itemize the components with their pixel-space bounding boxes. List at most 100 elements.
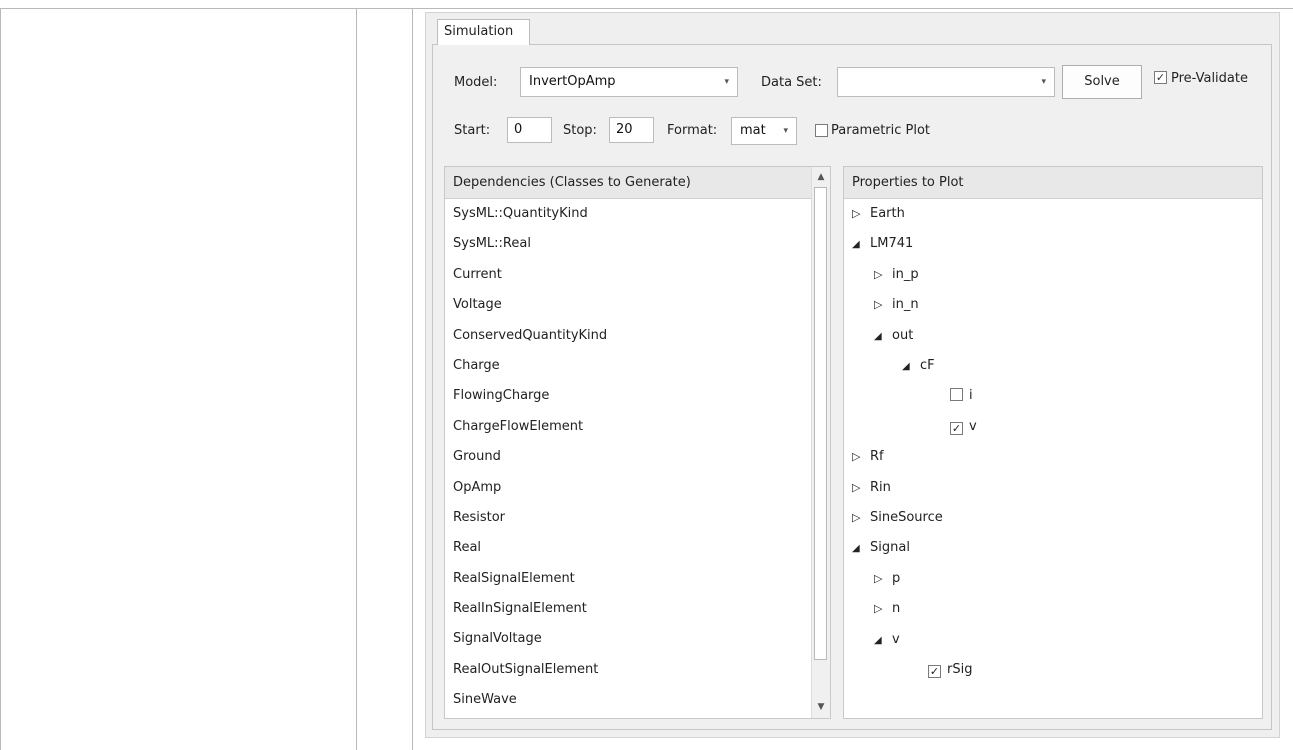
tree-item-label: in_n bbox=[892, 297, 919, 313]
tree-item-label: SineSource bbox=[870, 510, 943, 525]
check-icon: ✓ bbox=[951, 421, 962, 435]
dependency-item[interactable]: SineWave bbox=[445, 685, 830, 715]
model-value: InvertOpAmp bbox=[529, 74, 616, 89]
dependency-item[interactable]: RealOutSignalElement bbox=[445, 655, 830, 685]
solve-button[interactable]: Solve bbox=[1062, 65, 1142, 99]
expand-right-icon[interactable]: ▷ bbox=[874, 594, 892, 624]
frame-left-border bbox=[0, 8, 1, 750]
check-icon: ✓ bbox=[1155, 71, 1166, 84]
tree-item[interactable]: ▷ in_p bbox=[874, 260, 919, 290]
tree-item[interactable]: ▷ Rin bbox=[852, 473, 891, 503]
dependency-item[interactable]: Current bbox=[445, 260, 830, 290]
dependency-item[interactable]: ConservedQuantityKind bbox=[445, 321, 830, 351]
scroll-thumb[interactable] bbox=[814, 187, 827, 660]
tree-item-label: in_p bbox=[892, 266, 919, 282]
expand-right-icon[interactable]: ▷ bbox=[852, 503, 870, 533]
expand-right-icon[interactable]: ▷ bbox=[852, 199, 870, 229]
model-combo[interactable]: InvertOpAmp ▾ bbox=[520, 67, 738, 97]
tree-item[interactable]: ◢ LM741 bbox=[852, 229, 913, 259]
frame-column-divider-2 bbox=[412, 8, 413, 750]
dependency-item[interactable]: FlowingCharge bbox=[445, 381, 830, 411]
tree-item[interactable]: ◢ cF bbox=[902, 351, 935, 381]
dependency-item[interactable]: Ground bbox=[445, 442, 830, 472]
dependency-item[interactable]: SignalVoltage bbox=[445, 624, 830, 654]
dependency-item[interactable]: RealSignalElement bbox=[445, 564, 830, 594]
tree-item[interactable]: ▷ Rf bbox=[852, 442, 884, 472]
expand-right-icon[interactable]: ▷ bbox=[852, 473, 870, 503]
format-value: mat bbox=[740, 123, 766, 138]
expand-down-icon[interactable]: ◢ bbox=[874, 322, 892, 352]
expand-right-icon[interactable]: ▷ bbox=[874, 564, 892, 594]
chevron-down-icon: ▾ bbox=[1041, 77, 1046, 87]
dependency-item[interactable]: SysML::Real bbox=[445, 229, 830, 259]
model-label: Model: bbox=[454, 75, 498, 90]
scroll-up-icon[interactable]: ▲ bbox=[812, 169, 830, 186]
expand-down-icon[interactable]: ◢ bbox=[852, 230, 870, 260]
tree-item[interactable]: ▷ in_n bbox=[874, 290, 919, 320]
stop-input[interactable]: 20 bbox=[609, 117, 654, 143]
parametric-plot-label: Parametric Plot bbox=[831, 123, 931, 138]
tree-item-label: Rin bbox=[870, 479, 891, 495]
dependency-item[interactable]: ChargeFlowElement bbox=[445, 412, 830, 442]
dependency-item[interactable]: SysML::QuantityKind bbox=[445, 199, 830, 229]
tree-item-label: i bbox=[969, 388, 973, 404]
tree-item-checkbox[interactable]: ✓ bbox=[950, 421, 963, 435]
scroll-down-icon[interactable]: ▼ bbox=[812, 699, 830, 716]
dataset-combo[interactable]: ▾ bbox=[837, 67, 1055, 97]
expand-down-icon[interactable]: ◢ bbox=[874, 626, 892, 656]
chevron-down-icon: ▾ bbox=[724, 77, 729, 87]
dependency-item[interactable]: Charge bbox=[445, 351, 830, 381]
tree-item[interactable]: ◢ v bbox=[874, 625, 900, 655]
parametric-plot-checkbox[interactable] bbox=[815, 124, 828, 137]
dependencies-header: Dependencies (Classes to Generate) bbox=[445, 167, 812, 199]
start-input[interactable]: 0 bbox=[507, 117, 552, 143]
frame-top-border bbox=[0, 8, 1293, 9]
format-combo[interactable]: mat ▾ bbox=[731, 117, 797, 145]
expand-right-icon[interactable]: ▷ bbox=[874, 260, 892, 290]
dependency-item[interactable]: RealInSignalElement bbox=[445, 594, 830, 624]
tree-item[interactable]: i bbox=[950, 381, 973, 411]
tree-item[interactable]: ✓ rSig bbox=[928, 655, 972, 685]
tab-simulation[interactable]: Simulation bbox=[437, 19, 530, 45]
prevalidate-checkbox[interactable]: ✓ bbox=[1154, 71, 1167, 84]
dependencies-rows: SysML::QuantityKind SysML::Real Current Vol… bbox=[445, 199, 830, 716]
tree-item-label: n bbox=[892, 601, 901, 617]
tree-item-label: Earth bbox=[870, 206, 905, 221]
tree-item-label: p bbox=[892, 570, 901, 586]
tree-item-label: Rf bbox=[870, 449, 884, 465]
properties-tree[interactable]: Properties to Plot ▷ Earth ◢ LM741 ▷ in_p ▷ in_… bbox=[843, 166, 1263, 719]
tree-item-label: v bbox=[892, 631, 900, 647]
tree-item[interactable]: ◢ Signal bbox=[852, 533, 910, 563]
tree-item-label: rSig bbox=[947, 662, 973, 677]
simulation-panel: Model: InvertOpAmp ▾ Data Set: ▾ Solve ✓… bbox=[432, 44, 1272, 730]
dependency-item[interactable]: Voltage bbox=[445, 290, 830, 320]
tree-item-checkbox[interactable]: ✓ bbox=[928, 665, 941, 678]
prevalidate-label: Pre-Validate bbox=[1171, 71, 1248, 86]
expand-right-icon[interactable]: ▷ bbox=[852, 442, 870, 472]
dependencies-scrollbar[interactable]: ▲ ▼ bbox=[811, 167, 830, 718]
stop-label: Stop: bbox=[563, 123, 597, 138]
format-label: Format: bbox=[667, 123, 718, 138]
tree-item[interactable]: ✓ v bbox=[950, 412, 977, 442]
tree-item[interactable]: ▷ SineSource bbox=[852, 503, 943, 533]
check-icon: ✓ bbox=[929, 665, 940, 678]
tree-item-label: cF bbox=[920, 358, 935, 373]
dependency-item[interactable]: Real bbox=[445, 533, 830, 563]
chevron-down-icon: ▾ bbox=[783, 126, 788, 136]
tree-item-checkbox[interactable] bbox=[950, 388, 963, 402]
properties-header: Properties to Plot bbox=[844, 167, 1262, 199]
dependencies-list[interactable]: Dependencies (Classes to Generate) SysML… bbox=[444, 166, 831, 719]
tree-item[interactable]: ▷ p bbox=[874, 564, 900, 594]
tree-item-label: v bbox=[969, 418, 977, 434]
tree-item[interactable]: ▷ n bbox=[874, 594, 900, 624]
dependency-item[interactable]: OpAmp bbox=[445, 473, 830, 503]
tree-item[interactable]: ▷ Earth bbox=[852, 199, 905, 229]
start-label: Start: bbox=[454, 123, 491, 138]
tree-item-label: out bbox=[892, 327, 914, 343]
tree-item-label: LM741 bbox=[870, 236, 914, 252]
tree-item[interactable]: ◢ out bbox=[874, 321, 913, 351]
expand-down-icon[interactable]: ◢ bbox=[852, 534, 870, 564]
expand-down-icon[interactable]: ◢ bbox=[902, 352, 920, 382]
expand-right-icon[interactable]: ▷ bbox=[874, 290, 892, 320]
dependency-item[interactable]: Resistor bbox=[445, 503, 830, 533]
